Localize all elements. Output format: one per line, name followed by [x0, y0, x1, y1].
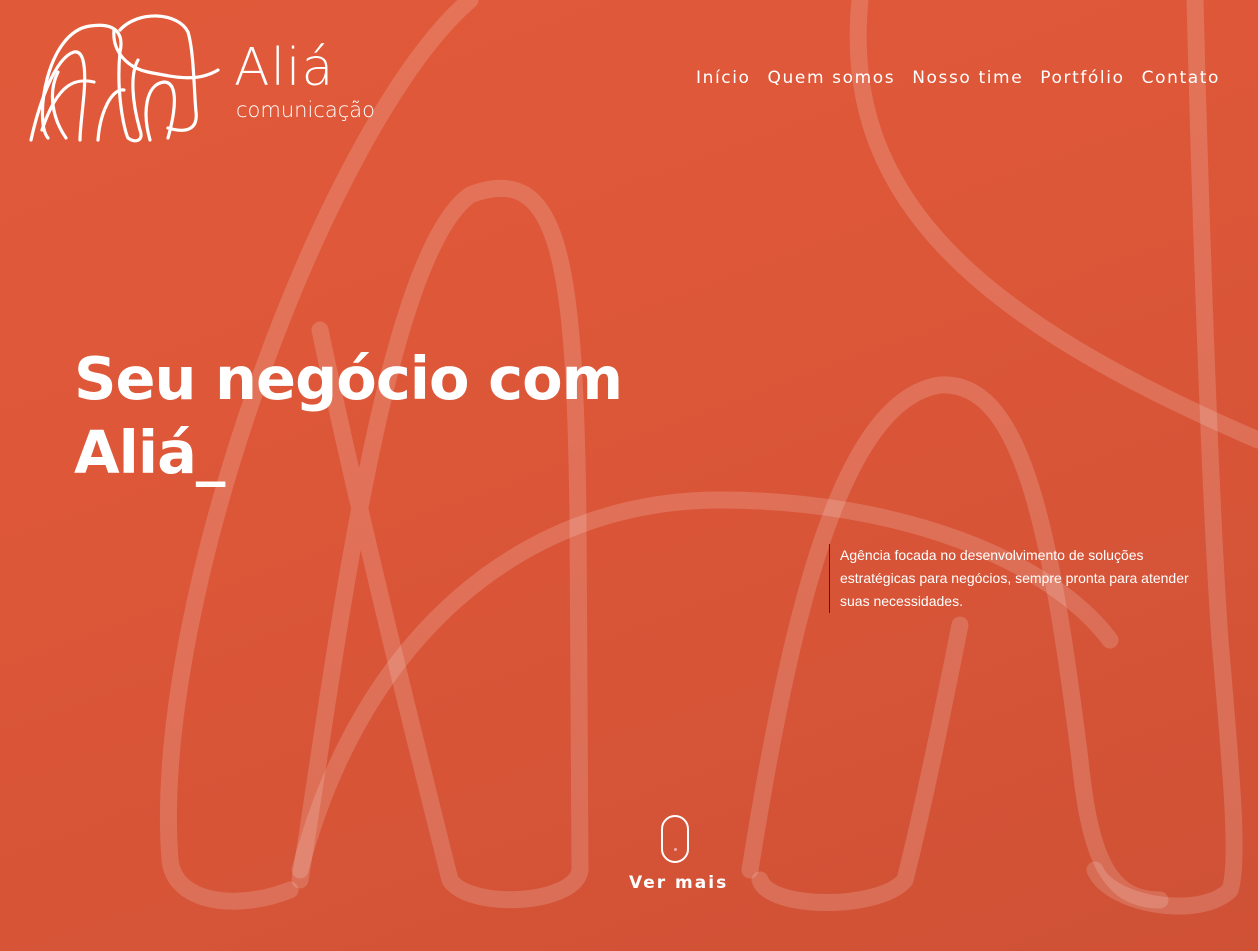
nav-item-quem-somos[interactable]: Quem somos [768, 68, 896, 88]
mouse-scroll-icon[interactable] [661, 815, 689, 863]
nav-item-inicio[interactable]: Início [696, 68, 751, 88]
ver-mais-link[interactable]: Ver mais [629, 873, 728, 893]
hero-headline-line-2: Aliá_ [74, 418, 225, 487]
scroll-wheel-dot [674, 848, 677, 851]
main-nav: Início Quem somos Nosso time Portfólio C… [696, 68, 1220, 88]
nav-item-portfolio[interactable]: Portfólio [1040, 68, 1124, 88]
elephant-logo-icon[interactable] [28, 12, 220, 144]
hero-headline-line-1: Seu negócio com [74, 344, 623, 413]
hero-headline: Seu negócio com Aliá_ [74, 342, 623, 490]
brand-tagline: comunicação [236, 98, 375, 122]
nav-item-nosso-time[interactable]: Nosso time [912, 68, 1023, 88]
nav-item-contato[interactable]: Contato [1142, 68, 1220, 88]
hero-description: Agência focada no desenvolvimento de sol… [829, 544, 1200, 613]
brand-name[interactable]: Aliá [234, 40, 334, 96]
